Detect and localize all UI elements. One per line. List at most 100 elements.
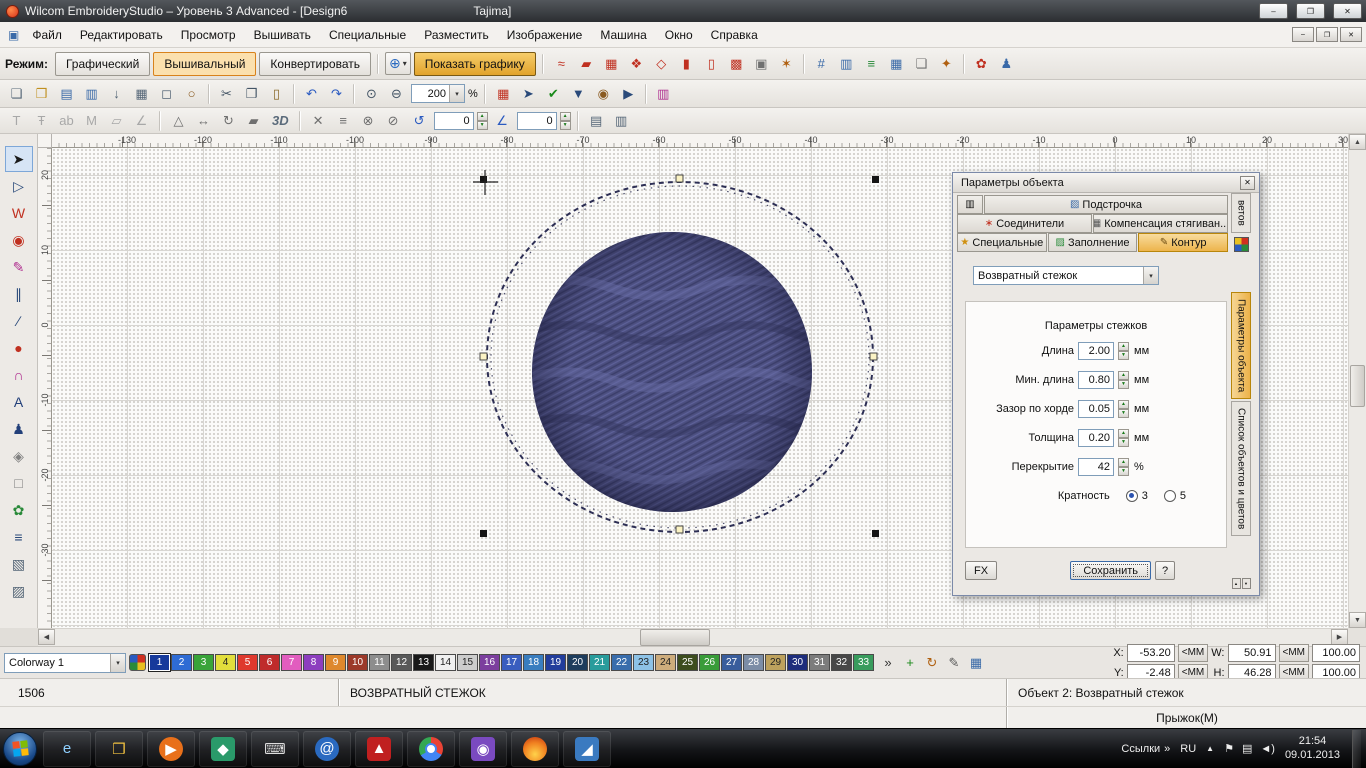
- close-object-icon[interactable]: ▥: [610, 109, 633, 132]
- mode-button[interactable]: Вышивальный: [153, 52, 256, 76]
- color-swatch[interactable]: 1: [149, 654, 170, 671]
- menu-item[interactable]: Вышивать: [245, 23, 320, 47]
- color-swatch[interactable]: 18: [523, 654, 544, 671]
- x-unit-button[interactable]: <MM: [1178, 644, 1209, 662]
- vertical-scrollbar[interactable]: ▲ ▼: [1348, 134, 1366, 628]
- field-value[interactable]: 42: [1078, 458, 1114, 476]
- applique-tool[interactable]: ◈: [5, 443, 33, 469]
- add-color-button[interactable]: +: [900, 653, 920, 673]
- links-toolbar[interactable]: Ссылки »: [1121, 743, 1170, 755]
- effect-b-icon[interactable]: ⊘: [382, 109, 405, 132]
- mdi-minimize-button[interactable]: –: [1292, 27, 1314, 42]
- menu-item[interactable]: Файл: [23, 23, 71, 47]
- wizard-icon[interactable]: ✦: [935, 52, 958, 75]
- parallel-tool[interactable]: ∥: [5, 281, 33, 307]
- slant-angle-stepper[interactable]: ▲ ▼: [560, 112, 571, 130]
- close-button[interactable]: ✕: [1333, 3, 1362, 19]
- stitch-type-combo[interactable]: Возвратный стежок ▾: [973, 266, 1159, 285]
- select-tool[interactable]: ➤: [5, 146, 33, 172]
- scroll-up-icon[interactable]: ▲: [1349, 134, 1366, 150]
- show-hidden-icons[interactable]: ▲: [1206, 744, 1214, 753]
- stitch-edit-icon[interactable]: ≡: [332, 109, 355, 132]
- slant-angle-icon[interactable]: ∠: [491, 109, 514, 132]
- menu-item[interactable]: Просмотр: [172, 23, 245, 47]
- color-swatch[interactable]: 24: [655, 654, 676, 671]
- keyboard-icon[interactable]: ⌨: [251, 731, 299, 767]
- restore-button[interactable]: ❐: [1296, 3, 1325, 19]
- purple-app-icon[interactable]: ◉: [459, 731, 507, 767]
- show-desktop-button[interactable]: [1352, 730, 1361, 768]
- dialog-tab[interactable]: ★Специальные: [957, 233, 1047, 252]
- spin-up-icon[interactable]: ▲: [560, 112, 571, 121]
- color-swatch[interactable]: 19: [545, 654, 566, 671]
- scroll-down-icon[interactable]: ▼: [1349, 612, 1366, 628]
- field-value[interactable]: 0.80: [1078, 371, 1114, 389]
- w-unit-button[interactable]: <MM: [1279, 644, 1310, 662]
- rotate-icon[interactable]: ↻: [217, 109, 240, 132]
- color-swatch[interactable]: 15: [457, 654, 478, 671]
- dialog-tab[interactable]: ▦Компенсация стягиван...: [1093, 214, 1228, 233]
- motif-fill-icon[interactable]: ❖: [625, 52, 648, 75]
- color-film-icon[interactable]: ▥: [652, 82, 675, 105]
- tab-underlay-icon-only[interactable]: ▥: [957, 195, 983, 214]
- spin-up-icon[interactable]: ▲: [1118, 400, 1129, 409]
- print-icon[interactable]: ▦: [130, 82, 153, 105]
- spin-up-icon[interactable]: ▲: [477, 112, 488, 121]
- color-swatch[interactable]: 32: [831, 654, 852, 671]
- matrix-icon[interactable]: ▦: [885, 52, 908, 75]
- satin-tool-icon[interactable]: ▰: [575, 52, 598, 75]
- fx-button[interactable]: FX: [965, 561, 997, 580]
- chevron-down-icon[interactable]: ▾: [1143, 267, 1158, 284]
- overlap-icon[interactable]: ▥: [835, 52, 858, 75]
- mode-button[interactable]: Графический: [55, 52, 150, 76]
- dialog-titlebar[interactable]: Параметры объекта ✕: [953, 173, 1259, 193]
- separator[interactable]: [353, 84, 355, 104]
- green-app-icon[interactable]: ◆: [199, 731, 247, 767]
- radio-option[interactable]: 3: [1126, 490, 1148, 502]
- volume-icon[interactable]: ◄): [1260, 743, 1275, 755]
- color-swatch[interactable]: 3: [193, 654, 214, 671]
- tab-object-properties[interactable]: Параметры объекта: [1231, 292, 1251, 399]
- menu-item[interactable]: Редактировать: [71, 23, 172, 47]
- color-swatch[interactable]: 9: [325, 654, 346, 671]
- separator[interactable]: [963, 54, 965, 74]
- menu-item[interactable]: Окно: [656, 23, 702, 47]
- split-view-tool[interactable]: ▧: [5, 551, 33, 577]
- chevron-down-icon[interactable]: ▾: [449, 85, 464, 102]
- edit-colors-button[interactable]: ✎: [944, 653, 964, 673]
- mdi-restore-button[interactable]: ❐: [1316, 27, 1338, 42]
- open-object-icon[interactable]: ▤: [585, 109, 608, 132]
- minimize-button[interactable]: –: [1259, 3, 1288, 19]
- lettering-select-icon[interactable]: T: [5, 109, 28, 132]
- spin-up-icon[interactable]: ▲: [1118, 429, 1129, 438]
- design-properties-icon[interactable]: ▦: [492, 82, 515, 105]
- color-swatch[interactable]: 17: [501, 654, 522, 671]
- cut-icon[interactable]: ✂: [215, 82, 238, 105]
- color-swatch[interactable]: 31: [809, 654, 830, 671]
- menu-item[interactable]: Разместить: [415, 23, 498, 47]
- zoom-icon[interactable]: ⊙: [360, 82, 383, 105]
- spin-down-icon[interactable]: ▼: [1118, 467, 1129, 476]
- object-list-icon[interactable]: ≡: [860, 52, 883, 75]
- column-a-icon[interactable]: ▮: [675, 52, 698, 75]
- help-button[interactable]: ?: [1155, 561, 1175, 580]
- scale-icon[interactable]: ▰: [242, 109, 265, 132]
- menu-item[interactable]: Машина: [591, 23, 655, 47]
- auto-start-end-icon[interactable]: ✔: [542, 82, 565, 105]
- color-swatch[interactable]: 7: [281, 654, 302, 671]
- internet-explorer-icon[interactable]: e: [43, 731, 91, 767]
- color-swatch[interactable]: 22: [611, 654, 632, 671]
- windows-explorer-icon[interactable]: ❒: [95, 731, 143, 767]
- color-swatch[interactable]: 21: [589, 654, 610, 671]
- color-swatch[interactable]: 27: [721, 654, 742, 671]
- color-swatch[interactable]: 33: [853, 654, 874, 671]
- color-swatch[interactable]: 20: [567, 654, 588, 671]
- lettering-ab-icon[interactable]: ab: [55, 109, 78, 132]
- kern-icon[interactable]: ▱: [105, 109, 128, 132]
- scrollbar-thumb[interactable]: [1350, 365, 1365, 407]
- hoop-view-button[interactable]: ⊕ ▾: [385, 52, 411, 75]
- separator[interactable]: [803, 54, 805, 74]
- 3d-effects-label[interactable]: 3D: [268, 113, 293, 128]
- thread-chart-button[interactable]: ▦: [966, 653, 986, 673]
- separator[interactable]: [645, 84, 647, 104]
